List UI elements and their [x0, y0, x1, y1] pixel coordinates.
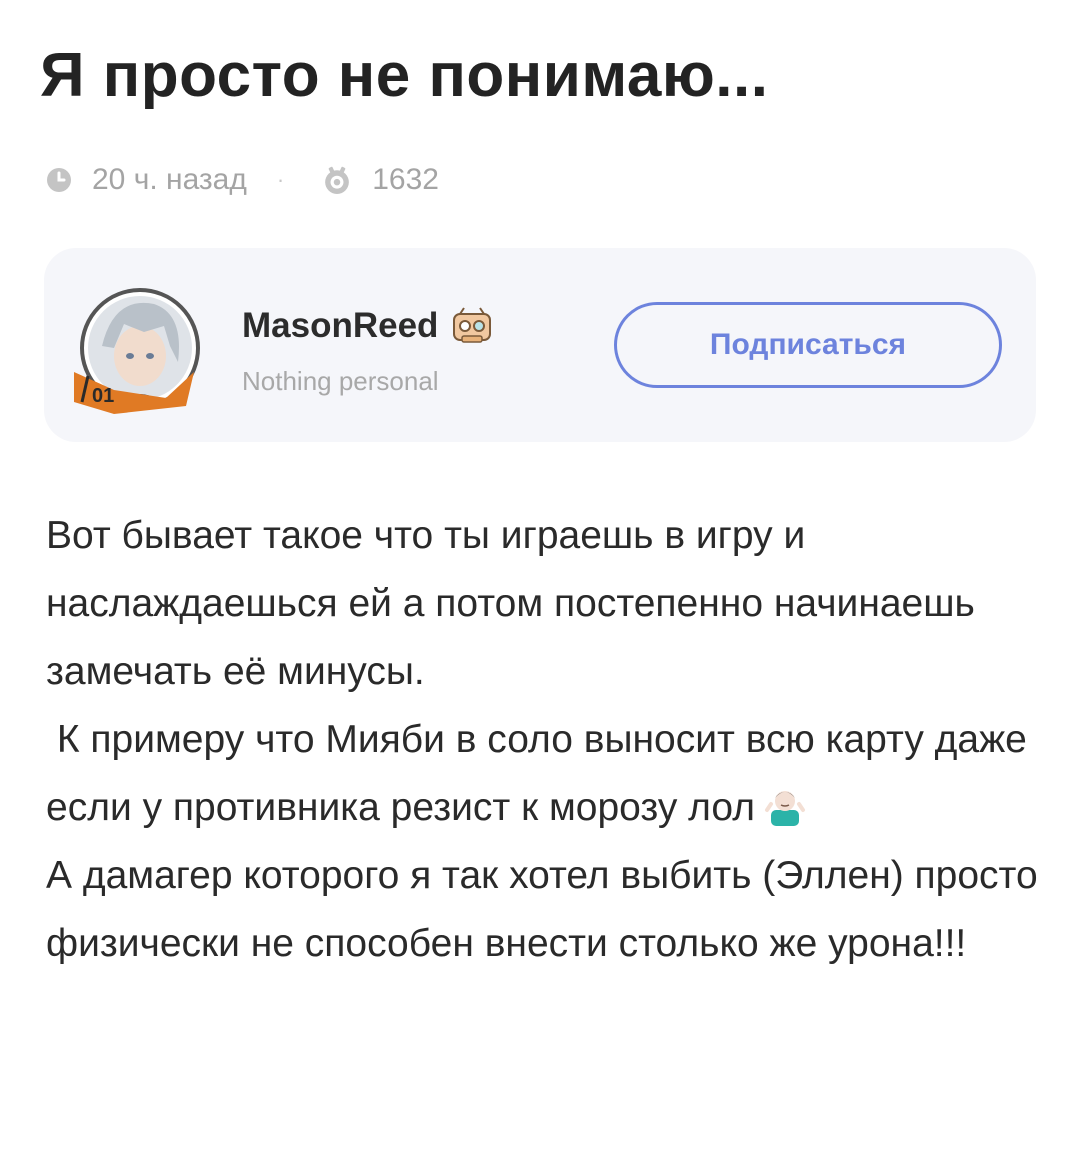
avatar-frame-number: 01 [92, 385, 114, 407]
meta-separator: · [276, 167, 285, 192]
subscribe-button[interactable]: Подписаться [614, 302, 1002, 388]
body-paragraph-2: К примеру что Мияби в соло выносит всю к… [46, 706, 1046, 842]
body-paragraph-3: А дамагер которого я так хотел выбить (Э… [46, 854, 1049, 965]
post-title: Я просто не понимаю... [40, 41, 769, 110]
post-body: Вот бывает такое что ты играешь в игру и… [46, 502, 1046, 978]
shrug-man-emoji-icon [764, 791, 805, 826]
body-paragraph-1: Вот бывает такое что ты играешь в игру и… [46, 514, 986, 693]
author-card: 01 MasonReed Nothing personal Подписатьс… [44, 248, 1036, 442]
eye-views-icon [325, 166, 350, 194]
clock-icon [47, 168, 71, 192]
post-meta: 20 ч. назад · 1632 [46, 160, 439, 200]
time-ago: 20 ч. назад [92, 163, 247, 196]
author-signature: Nothing personal [242, 366, 439, 396]
level-badge-icon [453, 307, 492, 343]
body-paragraph-2-text: К примеру что Мияби в соло выносит всю к… [46, 718, 1038, 829]
views-count: 1632 [372, 163, 439, 196]
avatar[interactable]: 01 [74, 286, 206, 418]
author-name[interactable]: MasonReed [242, 306, 494, 346]
author-name-text: MasonReed [242, 306, 439, 345]
